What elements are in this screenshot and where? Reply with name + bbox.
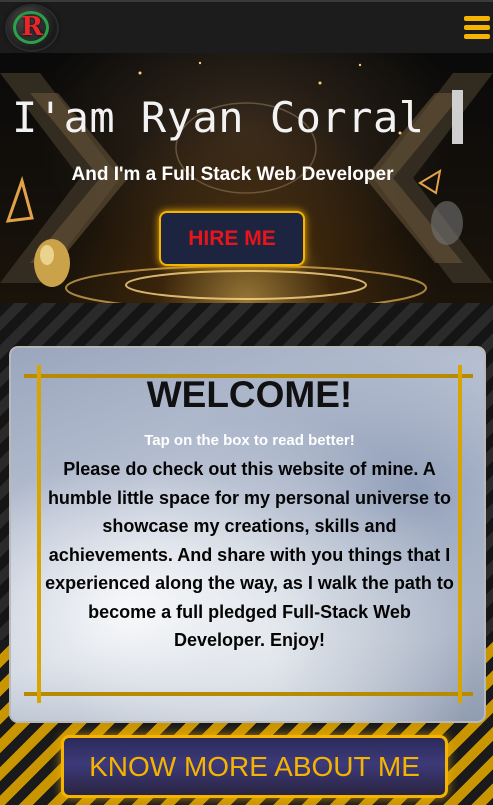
menu-bar (464, 34, 490, 39)
welcome-title: WELCOME! (146, 374, 353, 415)
hire-me-button[interactable]: HIRE ME (159, 211, 305, 266)
hero-subtitle: And I'm a Full Stack Web Developer (71, 164, 394, 185)
typing-cursor (452, 90, 463, 144)
card-frame-bottom (24, 692, 473, 696)
hero-banner: I'am Ryan Corral And I'm a Full Stack We… (0, 53, 493, 303)
hero-title: I'am Ryan Corral (12, 93, 425, 142)
menu-bar (464, 16, 490, 21)
welcome-hint: Tap on the box to read better! (144, 432, 355, 449)
site-logo[interactable]: R (7, 6, 57, 50)
know-more-button[interactable]: KNOW MORE ABOUT ME (61, 735, 448, 798)
logo-letter: R (21, 12, 43, 42)
menu-bar (464, 25, 490, 30)
welcome-card[interactable]: WELCOME! Tap on the box to read better! … (9, 346, 486, 723)
hamburger-menu-icon[interactable] (464, 16, 490, 42)
top-navbar: R (0, 0, 493, 53)
welcome-message: Please do check out this website of mine… (45, 459, 454, 650)
